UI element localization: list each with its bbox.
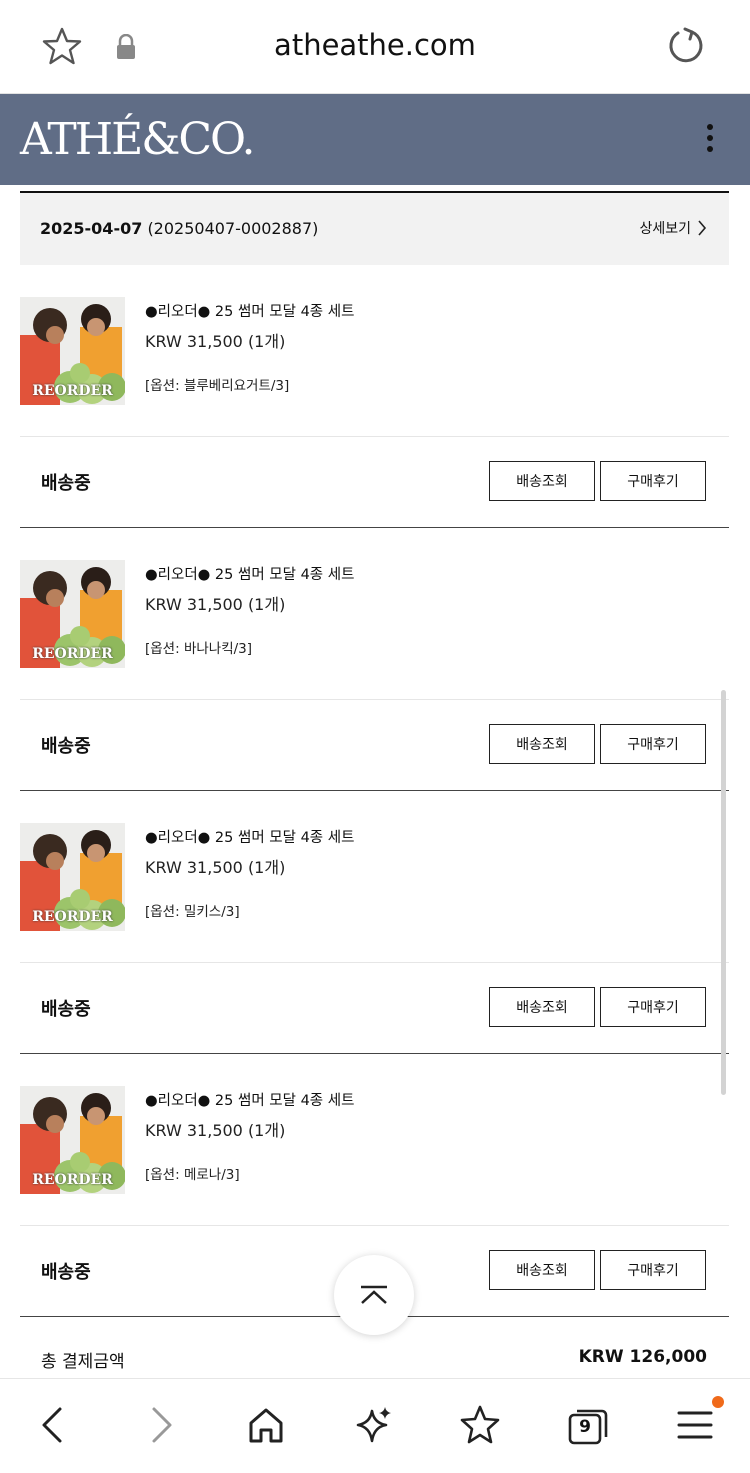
delivery-status: 배송중	[41, 736, 91, 757]
divider	[20, 436, 729, 437]
sparkle-icon[interactable]	[352, 1403, 396, 1447]
product-option: [옵션: 밀키스/3]	[145, 904, 240, 920]
reorder-label: REORDER	[32, 1172, 113, 1188]
product-name[interactable]: ●리오더● 25 썸머 모달 4종 세트	[145, 300, 354, 321]
divider	[20, 527, 729, 528]
reorder-label: REORDER	[32, 383, 113, 399]
url-text[interactable]: atheathe.com	[0, 28, 750, 62]
browser-address-bar: atheathe.com	[0, 0, 750, 94]
product-thumbnail[interactable]: REORDER	[20, 823, 125, 931]
divider	[20, 699, 729, 700]
scrollbar[interactable]	[721, 690, 726, 1095]
product-option: [옵션: 바나나킥/3]	[145, 641, 253, 657]
product-name[interactable]: ●리오더● 25 썸머 모달 4종 세트	[145, 826, 354, 847]
order-date: 2025-04-07	[40, 219, 143, 238]
product-thumbnail[interactable]: REORDER	[20, 1086, 125, 1194]
divider	[20, 1225, 729, 1226]
track-delivery-button[interactable]: 배송조회	[489, 1250, 595, 1290]
product-name[interactable]: ●리오더● 25 썸머 모달 4종 세트	[145, 563, 354, 584]
divider	[20, 1053, 729, 1054]
order-date-number: 2025-04-07 (20250407-0002887)	[40, 219, 318, 238]
menu-icon[interactable]	[673, 1403, 717, 1447]
delivery-status: 배송중	[41, 473, 91, 494]
site-logo[interactable]: ATHÉ&CO.	[20, 118, 256, 162]
reorder-label: REORDER	[32, 646, 113, 662]
delivery-status: 배송중	[41, 999, 91, 1020]
product-name[interactable]: ●리오더● 25 썸머 모달 4종 세트	[145, 1089, 354, 1110]
scroll-to-top-button[interactable]	[334, 1255, 414, 1335]
track-delivery-button[interactable]: 배송조회	[489, 461, 595, 501]
order-number: (20250407-0002887)	[147, 219, 319, 238]
more-menu-icon[interactable]	[700, 124, 720, 164]
product-option: [옵션: 블루베리요거트/3]	[145, 378, 290, 394]
back-arrow-icon[interactable]	[30, 1403, 74, 1447]
product-thumbnail[interactable]: REORDER	[20, 297, 125, 405]
chevron-right-icon	[698, 220, 707, 236]
product-price: KRW 31,500 (1개)	[145, 595, 286, 614]
total-label: 총 결제금액	[41, 1352, 125, 1372]
home-icon[interactable]	[244, 1403, 288, 1447]
product-thumbnail[interactable]: REORDER	[20, 560, 125, 668]
delivery-status: 배송중	[41, 1262, 91, 1283]
reorder-label: REORDER	[32, 909, 113, 925]
product-price: KRW 31,500 (1개)	[145, 1121, 286, 1140]
reload-icon[interactable]	[666, 26, 706, 66]
divider	[20, 962, 729, 963]
tabs-count: 9	[579, 1417, 591, 1437]
chevron-up-icon	[361, 1285, 387, 1304]
detail-link[interactable]: 상세보기	[639, 218, 707, 238]
write-review-button[interactable]: 구매후기	[600, 461, 706, 501]
notification-dot	[712, 1396, 724, 1408]
divider	[20, 790, 729, 791]
track-delivery-button[interactable]: 배송조회	[489, 724, 595, 764]
forward-arrow-icon[interactable]	[140, 1403, 184, 1447]
tabs-button[interactable]: 9	[566, 1403, 610, 1447]
order-header: 2025-04-07 (20250407-0002887) 상세보기	[20, 193, 729, 265]
bookmark-star-icon[interactable]	[458, 1403, 502, 1447]
write-review-button[interactable]: 구매후기	[600, 987, 706, 1027]
track-delivery-button[interactable]: 배송조회	[489, 987, 595, 1027]
write-review-button[interactable]: 구매후기	[600, 1250, 706, 1290]
product-price: KRW 31,500 (1개)	[145, 332, 286, 351]
product-price: KRW 31,500 (1개)	[145, 858, 286, 877]
write-review-button[interactable]: 구매후기	[600, 724, 706, 764]
total-value: KRW 126,000	[578, 1347, 707, 1367]
detail-label: 상세보기	[639, 221, 691, 237]
product-option: [옵션: 메로나/3]	[145, 1167, 240, 1183]
browser-bottom-nav: 9	[0, 1378, 750, 1473]
